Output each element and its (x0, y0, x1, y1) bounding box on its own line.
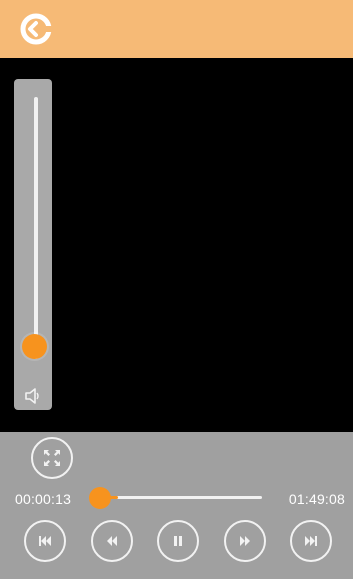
speaker-icon[interactable] (23, 386, 43, 406)
volume-slider-thumb[interactable] (22, 333, 47, 359)
skip-previous-icon (39, 536, 51, 546)
fast-forward-button[interactable] (224, 520, 266, 562)
volume-panel (14, 79, 52, 410)
rewind-icon (107, 536, 117, 546)
pause-icon (174, 536, 182, 546)
skip-previous-button[interactable] (24, 520, 66, 562)
pause-button[interactable] (157, 520, 199, 562)
skip-next-icon (305, 536, 317, 546)
total-time: 01:49:08 (288, 491, 345, 507)
fullscreen-icon (44, 450, 60, 466)
back-arrow-icon (20, 13, 52, 45)
volume-slider-track[interactable] (34, 97, 38, 359)
current-time: 00:00:13 (15, 491, 72, 507)
rewind-button[interactable] (91, 520, 133, 562)
seek-bar-track[interactable] (96, 496, 262, 499)
fast-forward-icon (240, 536, 250, 546)
top-bar (0, 0, 353, 58)
back-button[interactable] (20, 13, 52, 45)
skip-next-button[interactable] (290, 520, 332, 562)
video-area[interactable] (0, 58, 353, 432)
seek-bar-thumb[interactable] (89, 487, 111, 509)
fullscreen-button[interactable] (31, 437, 73, 479)
